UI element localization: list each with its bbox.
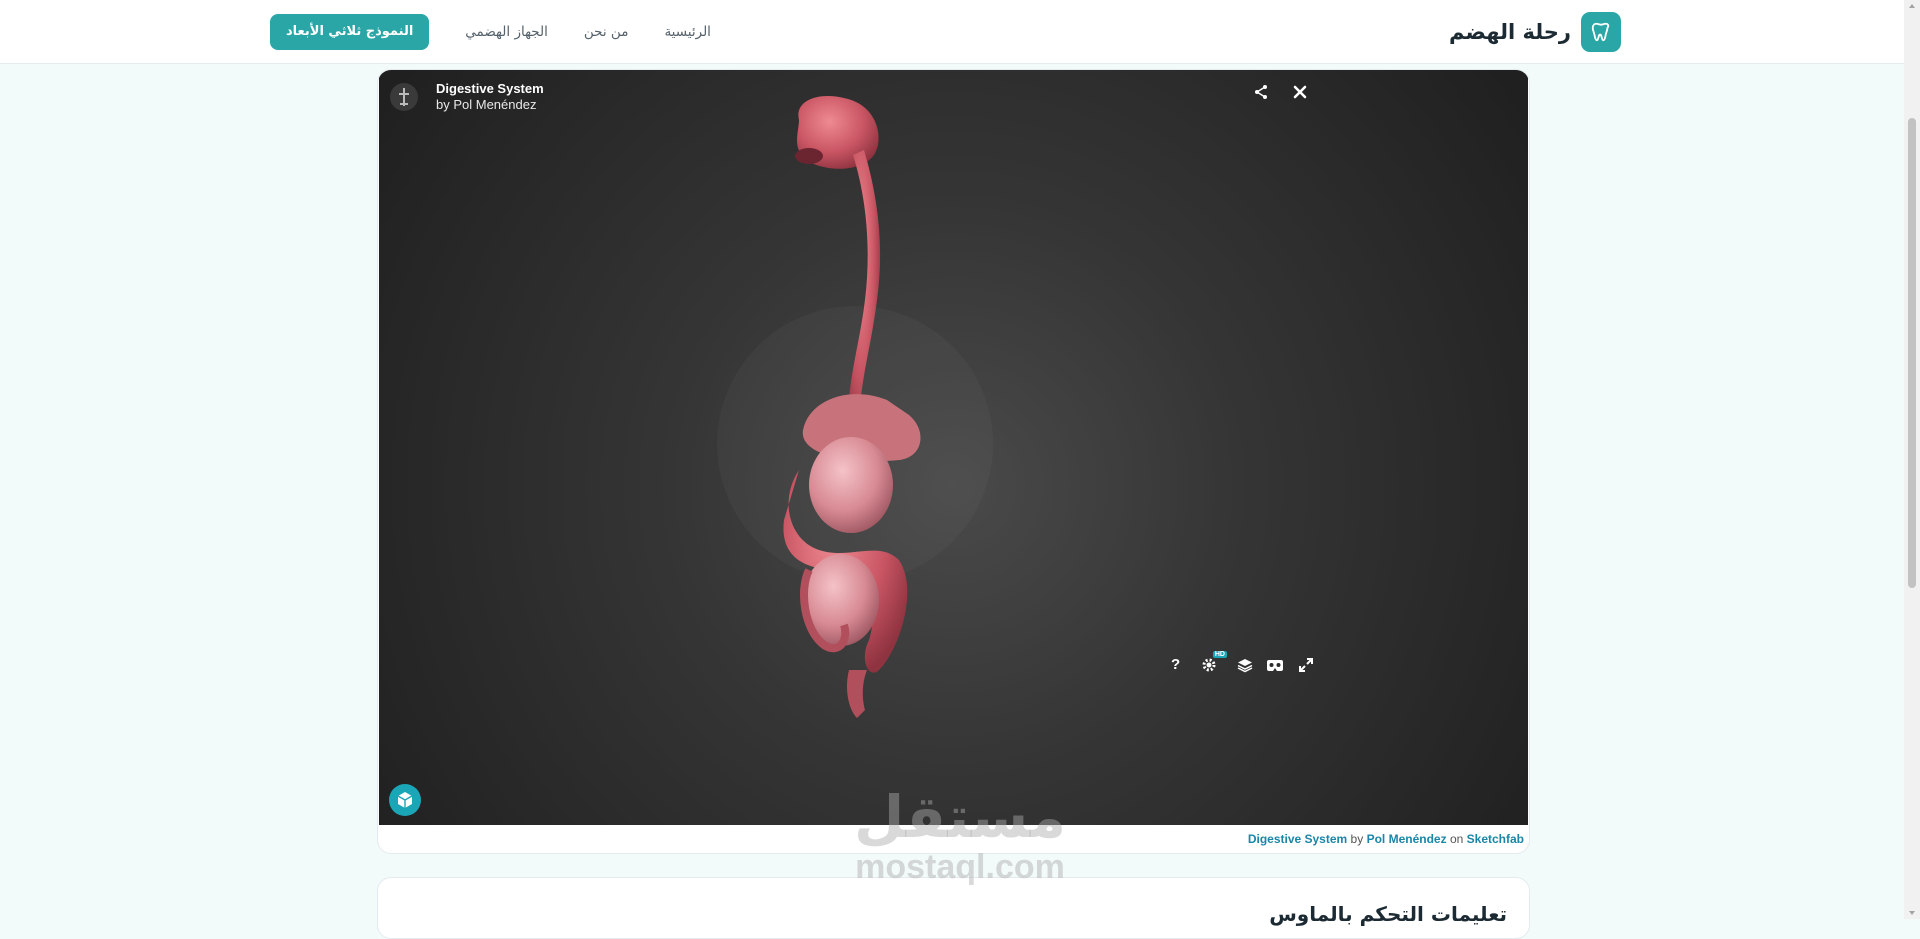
instructions-card: تعليمات التحكم بالماوس <box>377 877 1530 939</box>
model-thumbnail-icon[interactable] <box>389 82 419 112</box>
model-credits: Digestive System by Pol Menéndez on Sket… <box>1248 832 1524 846</box>
credit-author-link[interactable]: Pol Menéndez <box>1367 832 1447 846</box>
main-nav: الرئيسية من نحن الجهاز الهضمي النموذج ثل… <box>270 14 711 50</box>
nav-home[interactable]: الرئيسية <box>664 24 711 40</box>
digestive-system-model[interactable] <box>379 70 1528 825</box>
model-author[interactable]: by Pol Menéndez <box>436 97 536 112</box>
vr-icon[interactable] <box>1266 658 1284 677</box>
credit-by: by <box>1350 832 1364 846</box>
nav-about[interactable]: من نحن <box>584 24 629 40</box>
fullscreen-icon[interactable] <box>1298 657 1314 677</box>
sketchfab-logo[interactable] <box>389 784 421 816</box>
brand-name: رحلة الهضم <box>1449 20 1571 44</box>
scroll-down-arrow[interactable] <box>1909 911 1915 915</box>
scroll-thumb[interactable] <box>1908 118 1916 588</box>
nav-digestive-system[interactable]: الجهاز الهضمي <box>465 24 548 40</box>
settings-icon[interactable]: HD <box>1201 651 1227 677</box>
close-icon[interactable] <box>1292 84 1308 104</box>
share-icon[interactable] <box>1253 84 1269 104</box>
page-scrollbar[interactable] <box>1904 0 1920 919</box>
hd-badge: HD <box>1212 651 1227 658</box>
credit-on: on <box>1449 832 1464 846</box>
scroll-up-arrow[interactable] <box>1909 4 1915 8</box>
tooth-icon <box>1581 12 1621 52</box>
model-title[interactable]: Digestive System <box>436 81 544 96</box>
credit-site-link[interactable]: Sketchfab <box>1467 832 1524 846</box>
layers-icon[interactable] <box>1237 657 1253 677</box>
site-header: رحلة الهضم الرئيسية من نحن الجهاز الهضمي… <box>0 0 1904 64</box>
viewer-card: Digestive System by Pol Menéndez ? HD Di… <box>377 69 1530 854</box>
help-icon[interactable]: ? <box>1171 656 1180 673</box>
brand[interactable]: رحلة الهضم <box>1449 12 1621 52</box>
nav-3d-model-button[interactable]: النموذج ثلاثي الأبعاد <box>270 14 430 50</box>
3d-viewer[interactable]: Digestive System by Pol Menéndez ? HD <box>379 70 1528 825</box>
instructions-title: تعليمات التحكم بالماوس <box>1269 902 1507 926</box>
credit-model-link[interactable]: Digestive System <box>1248 832 1347 846</box>
